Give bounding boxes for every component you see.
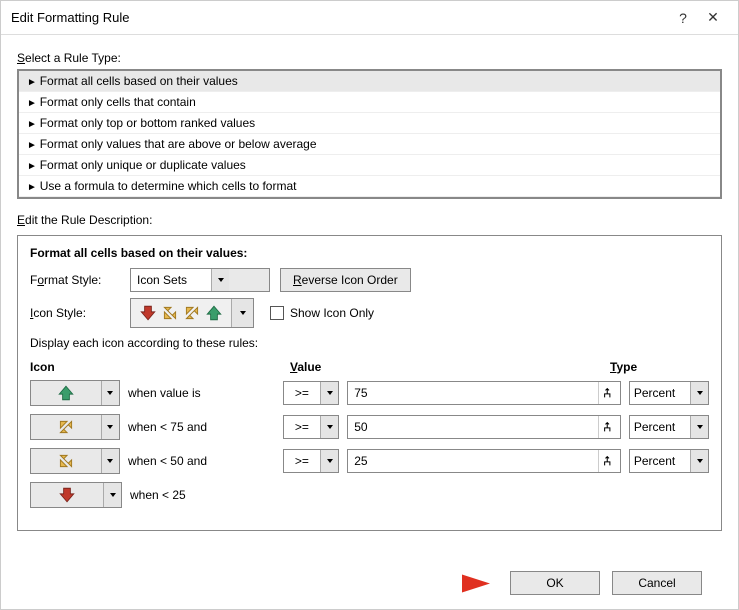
when-label: when < 50 and <box>128 454 275 468</box>
chevron-down-icon <box>103 483 121 507</box>
value-input[interactable] <box>347 415 621 439</box>
arrow-downright-yellow-icon <box>57 452 75 470</box>
rule-type-item[interactable]: Use a formula to determine which cells t… <box>19 176 720 197</box>
reverse-icon-order-button[interactable]: Reverse Icon Order <box>280 268 411 292</box>
column-header-value: Value <box>290 360 610 374</box>
icon-style-label: Icon Style: <box>30 306 120 320</box>
chevron-down-icon <box>320 416 338 438</box>
annotation-arrow-icon <box>372 571 492 600</box>
chevron-down-icon <box>101 381 119 405</box>
icon-rule-row: when < 25 <box>30 482 709 508</box>
chevron-down-icon <box>101 449 119 473</box>
icon-rule-row: when value is >= Percent <box>30 380 709 406</box>
edit-description-label: Edit the Rule Description: <box>17 213 722 227</box>
select-rule-type-label: Select a Rule Type: <box>17 51 722 65</box>
column-header-type: Type <box>610 360 700 374</box>
cancel-button[interactable]: Cancel <box>612 571 702 595</box>
icon-style-dropdown[interactable] <box>130 298 254 328</box>
arrow-up-green-icon <box>57 384 75 402</box>
format-style-label: Format Style: <box>30 273 120 287</box>
chevron-down-icon <box>231 299 253 327</box>
operator-dropdown[interactable]: >= <box>283 381 340 405</box>
chevron-down-icon <box>101 415 119 439</box>
close-button[interactable]: ✕ <box>698 9 728 26</box>
chevron-down-icon <box>690 450 708 472</box>
value-field[interactable] <box>348 382 598 404</box>
rule-type-item[interactable]: Format all cells based on their values <box>19 71 720 92</box>
type-dropdown[interactable]: Percent <box>629 449 709 473</box>
description-title: Format all cells based on their values: <box>30 246 709 260</box>
icon-dropdown[interactable] <box>30 380 120 406</box>
rule-type-item[interactable]: Format only top or bottom ranked values <box>19 113 720 134</box>
icon-rule-row: when < 75 and >= Percent <box>30 414 709 440</box>
rule-type-item[interactable]: Format only values that are above or bel… <box>19 134 720 155</box>
chevron-down-icon <box>690 416 708 438</box>
operator-dropdown[interactable]: >= <box>283 449 340 473</box>
type-dropdown[interactable]: Percent <box>629 415 709 439</box>
arrow-down-red-icon <box>58 486 76 504</box>
arrow-down-icon <box>139 304 157 322</box>
display-rules-label: Display each icon according to these rul… <box>30 336 709 350</box>
arrow-up-icon <box>205 304 223 322</box>
chevron-down-icon <box>320 450 338 472</box>
chevron-down-icon <box>320 382 338 404</box>
type-dropdown[interactable]: Percent <box>629 381 709 405</box>
range-picker-icon[interactable] <box>598 382 620 404</box>
chevron-down-icon <box>690 382 708 404</box>
window-title: Edit Formatting Rule <box>11 10 668 25</box>
help-button[interactable]: ? <box>668 10 698 26</box>
when-label: when value is <box>128 386 275 400</box>
dialog-edit-formatting-rule: Edit Formatting Rule ? ✕ Select a Rule T… <box>0 0 739 610</box>
rule-description-panel: Format all cells based on their values: … <box>17 235 722 531</box>
ok-button[interactable]: OK <box>510 571 600 595</box>
checkbox-icon <box>270 306 284 320</box>
when-label: when < 25 <box>130 488 280 502</box>
arrow-upright-icon <box>183 304 201 322</box>
show-icon-only-checkbox[interactable]: Show Icon Only <box>270 306 374 320</box>
value-field[interactable] <box>348 450 598 472</box>
format-style-dropdown[interactable]: Icon Sets <box>130 268 270 292</box>
arrow-upright-yellow-icon <box>57 418 75 436</box>
icon-rule-row: when < 50 and >= Percent <box>30 448 709 474</box>
icon-dropdown[interactable] <box>30 414 120 440</box>
range-picker-icon[interactable] <box>598 450 620 472</box>
value-input[interactable] <box>347 449 621 473</box>
rule-type-list[interactable]: Format all cells based on their valuesFo… <box>17 69 722 199</box>
rule-type-item[interactable]: Format only unique or duplicate values <box>19 155 720 176</box>
rule-type-item[interactable]: Format only cells that contain <box>19 92 720 113</box>
value-input[interactable] <box>347 381 621 405</box>
value-field[interactable] <box>348 416 598 438</box>
arrow-downright-icon <box>161 304 179 322</box>
column-header-icon: Icon <box>30 360 290 374</box>
titlebar: Edit Formatting Rule ? ✕ <box>1 1 738 35</box>
chevron-down-icon <box>211 269 229 291</box>
icon-dropdown[interactable] <box>30 482 122 508</box>
icon-dropdown[interactable] <box>30 448 120 474</box>
range-picker-icon[interactable] <box>598 416 620 438</box>
when-label: when < 75 and <box>128 420 275 434</box>
dialog-footer: OK Cancel <box>17 561 722 609</box>
operator-dropdown[interactable]: >= <box>283 415 340 439</box>
